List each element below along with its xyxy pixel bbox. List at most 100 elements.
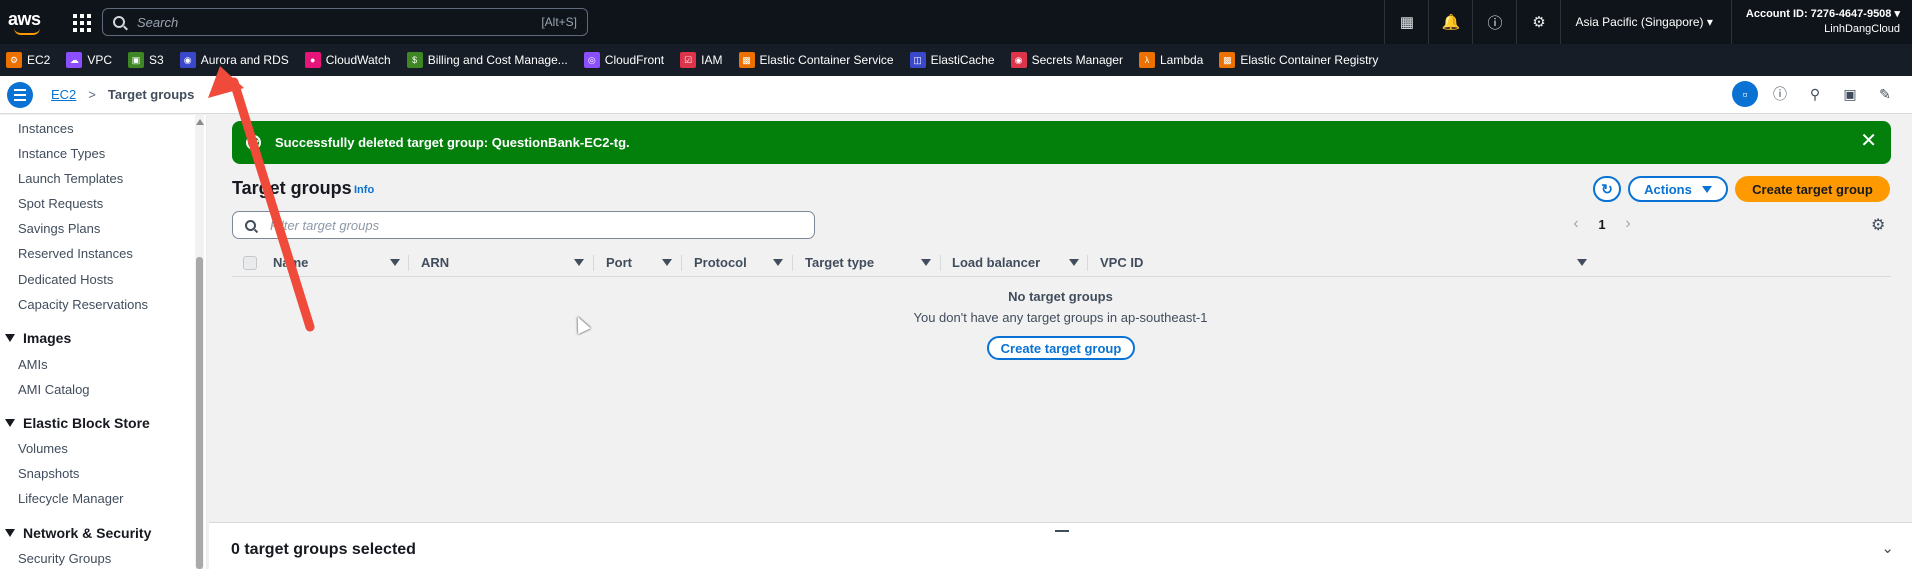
favorite-cloudwatch[interactable]: ● CloudWatch xyxy=(304,52,391,68)
iam-service-icon: ☑ xyxy=(680,52,697,68)
sort-icon[interactable] xyxy=(1069,259,1079,266)
account-name: LinhDangCloud xyxy=(1824,23,1900,35)
create-target-group-button[interactable]: Create target group xyxy=(1735,176,1890,202)
sort-icon[interactable] xyxy=(773,259,783,266)
favorite-elasticache[interactable]: ◫ ElastiCache xyxy=(909,52,995,68)
favorite-iam[interactable]: ☑ IAM xyxy=(680,52,723,68)
search-icon xyxy=(245,219,256,231)
pagination: ‹ 1 › xyxy=(1565,215,1639,233)
sidebar-item-launch-templates[interactable]: Launch Templates xyxy=(18,171,123,186)
sidebar-item-lifecycle-manager[interactable]: Lifecycle Manager xyxy=(18,491,124,506)
create-target-group-empty-button[interactable]: Create target group xyxy=(987,336,1135,360)
resize-handle[interactable] xyxy=(1055,530,1069,532)
empty-state-title: No target groups xyxy=(1008,289,1113,304)
settings-icon[interactable]: ⚙ xyxy=(1516,0,1560,44)
refresh-button[interactable]: ↻ xyxy=(1593,176,1621,202)
cloudfront-service-icon: ◎ xyxy=(583,52,600,68)
help-panel-icon[interactable]: ▫ xyxy=(1732,81,1758,107)
sidebar-item-security-groups[interactable]: Security Groups xyxy=(18,551,111,566)
table-header: Name ARN Port Protocol Target type Load … xyxy=(232,249,1891,277)
column-header-vpc-id[interactable]: VPC ID xyxy=(1100,255,1143,270)
filter-placeholder: Filter target groups xyxy=(270,217,380,233)
notifications-icon[interactable]: 🔔 xyxy=(1428,0,1472,44)
sidebar-scrollbar[interactable] xyxy=(195,115,204,569)
filter-input[interactable]: Filter target groups xyxy=(232,211,815,239)
collapse-caret-icon xyxy=(5,419,15,427)
current-page[interactable]: 1 xyxy=(1587,217,1617,232)
breadcrumb-ec2[interactable]: EC2 xyxy=(51,87,76,102)
cloudshell-icon[interactable]: ▦ xyxy=(1384,0,1428,44)
page-title: Target groups xyxy=(232,178,352,198)
sidebar-item-instances[interactable]: Instances xyxy=(18,121,74,136)
rds-service-icon: ◉ xyxy=(179,52,196,68)
sidebar-item-instance-types[interactable]: Instance Types xyxy=(18,146,105,161)
info-link[interactable]: Info xyxy=(354,184,374,196)
sidebar-item-spot-requests[interactable]: Spot Requests xyxy=(18,196,103,211)
info-icon[interactable]: ⓘ xyxy=(1767,81,1793,107)
feedback-icon[interactable]: ✎ xyxy=(1872,81,1898,107)
favorite-billing[interactable]: $ Billing and Cost Manage... xyxy=(406,52,568,68)
breadcrumb-current: Target groups xyxy=(107,87,195,102)
sidebar-item-snapshots[interactable]: Snapshots xyxy=(18,466,79,481)
main-content: Successfully deleted target group: Quest… xyxy=(209,115,1912,569)
next-page-icon[interactable]: › xyxy=(1617,215,1639,233)
secrets-manager-service-icon: ◉ xyxy=(1010,52,1027,68)
sidebar-item-volumes[interactable]: Volumes xyxy=(18,441,68,456)
help-icon[interactable]: ⓘ xyxy=(1472,0,1516,44)
scrollbar-thumb[interactable] xyxy=(196,257,203,569)
sort-icon[interactable] xyxy=(390,259,400,266)
dismiss-flash-icon[interactable]: ✕ xyxy=(1860,131,1877,151)
column-header-target-type[interactable]: Target type xyxy=(805,255,874,270)
sidebar-item-savings-plans[interactable]: Savings Plans xyxy=(18,221,100,236)
favorite-s3[interactable]: ▣ S3 xyxy=(128,52,164,68)
sidebar-item-amis[interactable]: AMIs xyxy=(18,357,48,372)
chevron-down-icon[interactable]: ⌄ xyxy=(1881,539,1894,557)
favorite-secrets-manager[interactable]: ◉ Secrets Manager xyxy=(1010,52,1123,68)
sort-icon[interactable] xyxy=(574,259,584,266)
selection-summary: 0 target groups selected xyxy=(231,541,416,558)
column-header-arn[interactable]: ARN xyxy=(421,255,449,270)
select-all-checkbox[interactable] xyxy=(243,256,257,270)
search-shortcut: [Alt+S] xyxy=(541,15,577,29)
favorite-ec2[interactable]: ⚙ EC2 xyxy=(6,52,50,68)
favorite-ecr[interactable]: ▩ Elastic Container Registry xyxy=(1219,52,1378,68)
top-navigation: aws Search [Alt+S] ▦ 🔔 ⓘ ⚙ Asia Pacific … xyxy=(0,0,1912,44)
table-preferences-icon[interactable]: ⚙ xyxy=(1871,215,1885,235)
sidebar-item-reserved-instances[interactable]: Reserved Instances xyxy=(18,246,133,261)
scroll-up-icon[interactable] xyxy=(196,119,204,125)
favorite-aurora-rds[interactable]: ◉ Aurora and RDS xyxy=(179,52,289,68)
aws-logo[interactable]: aws xyxy=(8,7,54,37)
side-navigation-toggle-icon[interactable] xyxy=(7,81,33,108)
favorite-cloudfront[interactable]: ◎ CloudFront xyxy=(583,52,664,68)
sort-icon[interactable] xyxy=(1577,259,1587,266)
favorite-vpc[interactable]: ☁ VPC xyxy=(66,52,112,68)
sidebar-section-images[interactable]: Images xyxy=(5,330,71,346)
previous-page-icon[interactable]: ‹ xyxy=(1565,215,1587,233)
search-input[interactable]: Search [Alt+S] xyxy=(102,8,588,36)
sort-icon[interactable] xyxy=(921,259,931,266)
collapse-caret-icon xyxy=(5,529,15,537)
monitor-icon[interactable]: ▣ xyxy=(1837,81,1863,107)
favorites-bar: ⚙ EC2 ☁ VPC ▣ S3 ◉ Aurora and RDS ● CloudWatc… xyxy=(0,44,1912,76)
sidebar-item-capacity-reservations[interactable]: Capacity Reservations xyxy=(18,297,148,312)
column-header-protocol[interactable]: Protocol xyxy=(694,255,747,270)
column-header-name[interactable]: Name xyxy=(273,255,308,270)
region-selector[interactable]: Asia Pacific (Singapore) ▾ xyxy=(1560,0,1730,44)
breadcrumb-bar: EC2 > Target groups ▫ ⓘ ⚲ ▣ ✎ xyxy=(0,76,1912,114)
column-header-load-balancer[interactable]: Load balancer xyxy=(952,255,1040,270)
actions-button[interactable]: Actions xyxy=(1628,176,1728,202)
sidebar-item-ami-catalog[interactable]: AMI Catalog xyxy=(18,382,90,397)
sidebar-item-dedicated-hosts[interactable]: Dedicated Hosts xyxy=(18,272,113,287)
tour-icon[interactable]: ⚲ xyxy=(1802,81,1828,107)
favorite-ecs[interactable]: ▩ Elastic Container Service xyxy=(738,52,894,68)
services-menu-icon[interactable] xyxy=(68,9,94,35)
sidebar-section-elastic-block-store[interactable]: Elastic Block Store xyxy=(5,415,150,431)
success-icon xyxy=(246,135,261,150)
favorite-lambda[interactable]: λ Lambda xyxy=(1138,52,1203,68)
sort-icon[interactable] xyxy=(662,259,672,266)
refresh-icon: ↻ xyxy=(1601,180,1613,197)
caret-down-icon xyxy=(1701,185,1712,193)
sidebar-section-network-security[interactable]: Network & Security xyxy=(5,525,151,541)
column-header-port[interactable]: Port xyxy=(606,255,632,270)
account-menu[interactable]: Account ID: 7276-4647-9508 ▾ LinhDangClo… xyxy=(1730,0,1912,44)
